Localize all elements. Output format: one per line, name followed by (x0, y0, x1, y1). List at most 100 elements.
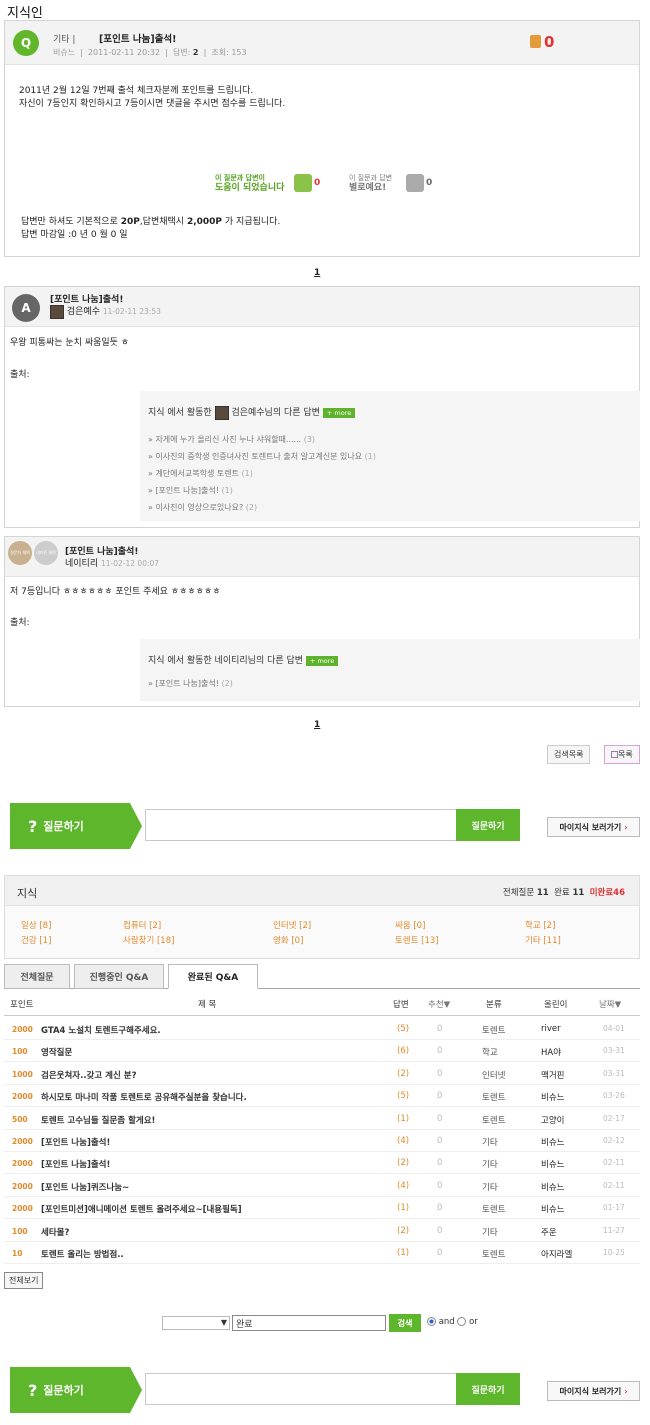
answer-nick[interactable]: 검은예수 (67, 307, 100, 317)
cell-user[interactable]: HA야 (541, 1046, 561, 1058)
category-link[interactable]: 싸움 [0] (395, 919, 425, 931)
category-link[interactable]: 인터넷 [2] (273, 919, 311, 931)
table-row[interactable]: 2000 [포인트미션]애니메이션 토렌트 올려주세요~[내용필독] (1) 0 토렌트… (4, 1197, 640, 1220)
cat-count: [0] (413, 921, 426, 931)
netizen-choice-badge: 네티즌 채택 (34, 541, 58, 565)
list-item[interactable]: » 이사진의 중학생 인증녀사진 토렌트나 출처 알고계신분 있나요 (1) (148, 448, 376, 465)
header-user: 올린이 (544, 1000, 568, 1010)
header-date[interactable]: 날짜▼ (599, 998, 621, 1010)
category-link[interactable]: 영화 [0] (273, 934, 303, 946)
category-link[interactable]: 컴퓨터 [2] (123, 919, 161, 931)
ask-submit-button[interactable]: 질문하기 (456, 1373, 520, 1405)
cell-user[interactable]: 비슈느 (541, 1136, 564, 1148)
cell-title[interactable]: [포인트미션]애니메이션 토렌트 올려주세요~[내용필독] (41, 1203, 242, 1215)
cell-title[interactable]: [포인트 나눔]퀴즈나눔~ (41, 1181, 129, 1193)
search-button[interactable]: 검색 (389, 1314, 421, 1332)
cell-user[interactable]: 비슈느 (541, 1181, 564, 1193)
cell-user[interactable]: 비슈느 (541, 1203, 564, 1215)
jisik-title: 지식 (17, 887, 38, 900)
cat-name: 토렌트 (395, 936, 419, 946)
ask-input[interactable] (145, 809, 457, 841)
cat-name: 싸움 (395, 921, 411, 931)
cell-user[interactable]: 고양이 (541, 1114, 564, 1126)
table-row[interactable]: 500 토렌트 고수님들 질문좀 할게요! (1) 0 토렌트 고양이 02-17 (4, 1108, 640, 1130)
list-item[interactable]: » 계단에서교복학생 토렌트 (1) (148, 465, 376, 482)
cat-name: 건강 (21, 936, 37, 946)
category-link[interactable]: 일상 [8] (21, 919, 51, 931)
question-author[interactable]: 비슈느 (53, 48, 75, 57)
cell-title[interactable]: [포인트 나눔]출석! (41, 1158, 110, 1170)
tab-completed[interactable]: 완료된 Q&A (168, 964, 258, 989)
cell-user[interactable]: 맥거핀 (541, 1069, 564, 1081)
answer-nick[interactable]: 네이티리 (65, 559, 98, 569)
list-item[interactable]: » [포인트 나눔]출석! (1) (148, 482, 376, 499)
category-link[interactable]: 토렌트 [13] (395, 934, 439, 946)
question-meta: 비슈느 | 2011-02-11 20:32 | 답변: 2 | 조회: 153 (53, 48, 247, 57)
thumbs-up-icon[interactable] (294, 174, 312, 192)
header-recommend[interactable]: 추천▼ (428, 998, 450, 1010)
table-row[interactable]: 2000 [포인트 나눔]퀴즈나눔~ (4) 0 기타 비슈느 02-11 (4, 1175, 640, 1197)
table-row[interactable]: 1000 검은웃쳐자..갖고 계신 분? (2) 0 인터넷 맥거핀 03-31 (4, 1063, 640, 1085)
done-label: 완료 (554, 888, 570, 898)
search-list-button[interactable]: 검색목록 (547, 745, 591, 764)
more-button[interactable]: + more (322, 407, 356, 418)
my-jisik-button[interactable]: 마이지식 보러가기 › (547, 1381, 640, 1401)
cell-user[interactable]: 주운 (541, 1226, 557, 1238)
cell-user[interactable]: 아지라엘 (541, 1248, 572, 1260)
answer-box: A [포인트 나눔]출석! 검은예수 11-02-11 23:53 우왕 피통싸… (4, 286, 640, 528)
ask-input[interactable] (145, 1373, 457, 1405)
ask-submit-button[interactable]: 질문하기 (456, 809, 520, 841)
good-thumb-icon[interactable] (530, 35, 541, 51)
search-select[interactable]: ▼ (162, 1316, 230, 1330)
cell-category: 토렌트 (482, 1205, 506, 1216)
table-row[interactable]: 2000 GTA4 노설치 토렌트구해주세요. (5) 0 토렌트 river 04-01 (4, 1018, 640, 1040)
cell-title[interactable]: 토렌트 고수님들 질문좀 할게요! (41, 1114, 155, 1126)
cell-point: 500 (12, 1114, 28, 1124)
or-radio[interactable] (457, 1317, 467, 1326)
pager-bottom[interactable]: 1 (314, 720, 320, 730)
category-link[interactable]: 건강 [1] (21, 934, 51, 946)
item-text: 이사진이 영상으로있나요? (155, 503, 244, 512)
item-text: 자게에 누가 올리신 사진 누나 샤워할때...... (155, 435, 302, 444)
table-row[interactable]: 100 세타몰? (2) 0 기타 주운 11-27 (4, 1220, 640, 1242)
cell-title[interactable]: [포인트 나눔]출석! (41, 1136, 110, 1148)
answer-source: 출처: (10, 370, 30, 380)
cell-user[interactable]: 비슈느 (541, 1158, 564, 1170)
cell-date: 03-26 (603, 1091, 625, 1101)
list-button[interactable]: 목록 (604, 745, 640, 764)
ask-label-text: 질문하기 (43, 820, 84, 833)
tab-in-progress[interactable]: 진행중인 Q&A (74, 964, 164, 989)
table-row[interactable]: 2000 [포인트 나눔]출석! (2) 0 기타 비슈느 02-11 (4, 1152, 640, 1175)
cell-title[interactable]: 토렌트 올리는 방법점.. (41, 1248, 124, 1260)
thumbs-down-icon[interactable] (406, 174, 424, 192)
pager-top[interactable]: 1 (314, 268, 320, 278)
list-item[interactable]: » 자게에 누가 올리신 사진 누나 샤워할때...... (3) (148, 431, 376, 448)
table-row[interactable]: 2000 하시모토 마나미 작품 토렌트로 공유해주실분을 찾습니다. (5) 0 토렌… (4, 1085, 640, 1108)
category-link[interactable]: 학교 [2] (525, 919, 555, 931)
cell-title[interactable]: 영작질문 (41, 1046, 72, 1058)
and-radio[interactable] (427, 1317, 436, 1326)
tab-all[interactable]: 전체질문 (4, 964, 70, 989)
list-item[interactable]: » 이사진이 영상으로있나요? (2) (148, 499, 376, 516)
table-row[interactable]: 2000 [포인트 나눔]출석! (4) 0 기타 비슈느 02-12 (4, 1130, 640, 1152)
cell-user[interactable]: river (541, 1024, 561, 1034)
more-button[interactable]: + more (305, 655, 339, 666)
table-row[interactable]: 100 영작질문 (6) 0 학교 HA야 03-31 (4, 1040, 640, 1063)
my-jisik-button[interactable]: 마이지식 보러가기 › (547, 817, 640, 837)
table-header: 포인트 제 목 답변 추천▼ 분류 올린이 날짜▼ (4, 994, 640, 1016)
category-link[interactable]: 사람찾기 [18] (123, 934, 174, 946)
cell-title[interactable]: 검은웃쳐자..갖고 계신 분? (41, 1069, 137, 1081)
cell-title[interactable]: GTA4 노설치 토렌트구해주세요. (41, 1024, 161, 1036)
helpful-vote[interactable]: 이 질문과 답변이 도움이 되었습니다 (215, 173, 284, 193)
view-all-button[interactable]: 전체보기 (4, 1272, 44, 1289)
cell-title[interactable]: 세타몰? (41, 1226, 69, 1238)
cell-title[interactable]: 하시모토 마나미 작품 토렌트로 공유해주실분을 찾습니다. (41, 1091, 247, 1103)
cell-user[interactable]: 비슈느 (541, 1091, 564, 1103)
unhelpful-vote[interactable]: 이 질문과 답변 별로예요! (349, 173, 392, 193)
table-row[interactable]: 10 토렌트 올리는 방법점.. (1) 0 토렌트 아지라엘 10-25 (4, 1242, 640, 1264)
list-item[interactable]: » [포인트 나눔]출석! (2) (148, 675, 233, 692)
avatar (50, 304, 64, 319)
cell-answers: (2) (397, 1225, 410, 1236)
category-link[interactable]: 기타 [11] (525, 934, 561, 946)
search-input[interactable]: 완료 (232, 1315, 386, 1331)
